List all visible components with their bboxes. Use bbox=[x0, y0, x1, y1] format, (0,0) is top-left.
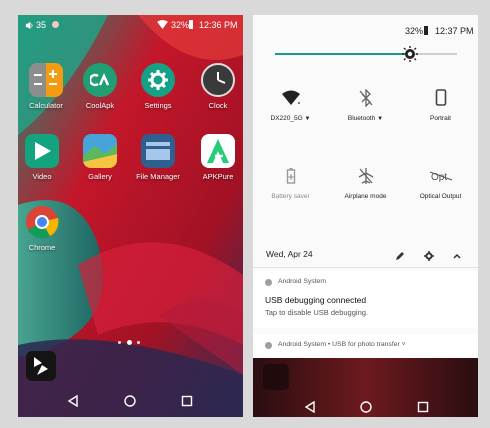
tile-label: Battery saver bbox=[271, 193, 310, 200]
app-apkpure[interactable]: APKPure bbox=[191, 134, 243, 181]
volume-icon bbox=[25, 21, 34, 32]
page-dot bbox=[118, 341, 121, 344]
brightness-fill bbox=[275, 53, 410, 55]
brightness-thumb-icon[interactable] bbox=[402, 46, 418, 62]
battery-icon bbox=[253, 167, 328, 187]
status-time: 12:37 PM bbox=[435, 26, 474, 36]
back-icon[interactable] bbox=[304, 400, 316, 417]
chrome-icon bbox=[25, 205, 59, 239]
recents-icon[interactable] bbox=[417, 400, 429, 417]
home-icon[interactable] bbox=[124, 394, 136, 412]
clock-icon bbox=[201, 63, 235, 97]
notification-shade: 32% 12:37 PM DX220_5G ▼ Bluetooth ▼ Port… bbox=[253, 15, 478, 417]
battery-icon bbox=[424, 26, 428, 35]
app-calculator[interactable]: Calculator bbox=[19, 63, 73, 110]
tile-battery-saver[interactable]: Battery saver bbox=[253, 167, 328, 200]
brightness-track[interactable] bbox=[275, 46, 457, 62]
tile-label: Portrait bbox=[430, 115, 451, 122]
airplane-off-icon bbox=[328, 167, 403, 187]
app-label: Gallery bbox=[88, 172, 112, 181]
app-label: Clock bbox=[208, 101, 228, 110]
dimmed-home-background bbox=[253, 358, 478, 417]
notification-usb-debugging[interactable]: Android System USB debugging connected T… bbox=[253, 271, 478, 328]
wifi-icon bbox=[253, 89, 328, 109]
optical-icon: Opt bbox=[403, 167, 478, 187]
back-icon[interactable] bbox=[67, 394, 79, 412]
dock-app-icon bbox=[263, 364, 289, 390]
notification-title: USB debugging connected bbox=[265, 295, 367, 305]
tile-airplane[interactable]: Airplane mode bbox=[328, 167, 403, 200]
app-video[interactable]: Video bbox=[18, 134, 69, 181]
date-text: Wed, Apr 24 bbox=[266, 249, 313, 259]
dock-app-icon[interactable] bbox=[26, 351, 56, 381]
app-label: Chrome bbox=[28, 243, 56, 252]
coolapk-icon bbox=[83, 63, 117, 97]
app-chrome[interactable]: Chrome bbox=[18, 205, 69, 252]
dropdown-arrow-icon: ▼ bbox=[304, 116, 311, 122]
notification-dot-icon bbox=[52, 21, 59, 28]
app-label: APKPure bbox=[202, 172, 234, 181]
edit-icon[interactable] bbox=[395, 248, 405, 266]
folder-icon bbox=[141, 134, 175, 168]
play-icon bbox=[25, 134, 59, 168]
app-coolapk[interactable]: CoolApk bbox=[73, 63, 127, 110]
tile-wifi[interactable]: DX220_5G ▼ bbox=[253, 89, 328, 122]
battery-icon bbox=[189, 20, 193, 29]
notification-app-name: Android System bbox=[278, 278, 326, 285]
status-time: 12:36 PM bbox=[199, 20, 238, 30]
tile-label: Optical Output bbox=[419, 193, 462, 200]
gear-icon bbox=[141, 63, 175, 97]
home-screen: 35 32% 12:36 PM Calculator CoolApk Setti… bbox=[18, 15, 243, 417]
android-system-icon bbox=[265, 279, 272, 286]
app-label: Settings bbox=[144, 101, 172, 110]
android-system-icon bbox=[265, 342, 272, 349]
apkpure-icon bbox=[201, 134, 235, 168]
page-dot-active bbox=[127, 340, 132, 345]
app-file-manager[interactable]: File Manager bbox=[131, 134, 185, 181]
wifi-icon bbox=[157, 20, 168, 31]
tile-optical-output[interactable]: Opt Optical Output bbox=[403, 167, 478, 200]
app-label: Calculator bbox=[29, 101, 63, 110]
dropdown-arrow-icon: ▼ bbox=[377, 116, 384, 122]
tile-label: Airplane mode bbox=[344, 193, 387, 200]
bluetooth-off-icon bbox=[328, 88, 403, 109]
calculator-icon bbox=[29, 63, 63, 97]
app-label: File Manager bbox=[136, 172, 180, 181]
battery-percent: 32% bbox=[171, 20, 190, 30]
home-icon[interactable] bbox=[360, 400, 372, 417]
gear-icon[interactable] bbox=[424, 248, 434, 266]
page-dot bbox=[137, 341, 140, 344]
status-left-text: 35 bbox=[36, 20, 47, 30]
tile-label: DX220_5G ▼ bbox=[253, 115, 328, 122]
status-bar: 32% 12:37 PM bbox=[253, 15, 478, 37]
notification-summary: Android System • USB for photo transfer … bbox=[278, 341, 406, 348]
shade-header: Wed, Apr 24 bbox=[253, 241, 478, 268]
notification-body: Tap to disable USB debugging. bbox=[265, 308, 368, 317]
tile-bluetooth[interactable]: Bluetooth ▼ bbox=[328, 88, 403, 122]
chevron-up-icon[interactable] bbox=[452, 248, 462, 266]
notification-usb-transfer[interactable]: Android System • USB for photo transfer … bbox=[253, 334, 478, 358]
app-label: CoolApk bbox=[85, 101, 115, 110]
recents-icon[interactable] bbox=[181, 394, 193, 412]
app-label: Video bbox=[32, 172, 52, 181]
app-settings[interactable]: Settings bbox=[131, 63, 185, 110]
gallery-icon bbox=[83, 134, 117, 168]
status-bar: 35 32% 12:36 PM bbox=[18, 15, 243, 37]
portrait-icon bbox=[403, 89, 478, 109]
app-gallery[interactable]: Gallery bbox=[73, 134, 127, 181]
tile-label-text: DX220_5G bbox=[270, 115, 303, 122]
tile-label-text: Bluetooth bbox=[347, 115, 376, 122]
tile-portrait[interactable]: Portrait bbox=[403, 89, 478, 122]
app-clock[interactable]: Clock bbox=[191, 63, 243, 110]
battery-percent: 32% bbox=[405, 26, 424, 36]
navigation-bar bbox=[18, 387, 243, 417]
tile-label: Bluetooth ▼ bbox=[328, 115, 403, 122]
